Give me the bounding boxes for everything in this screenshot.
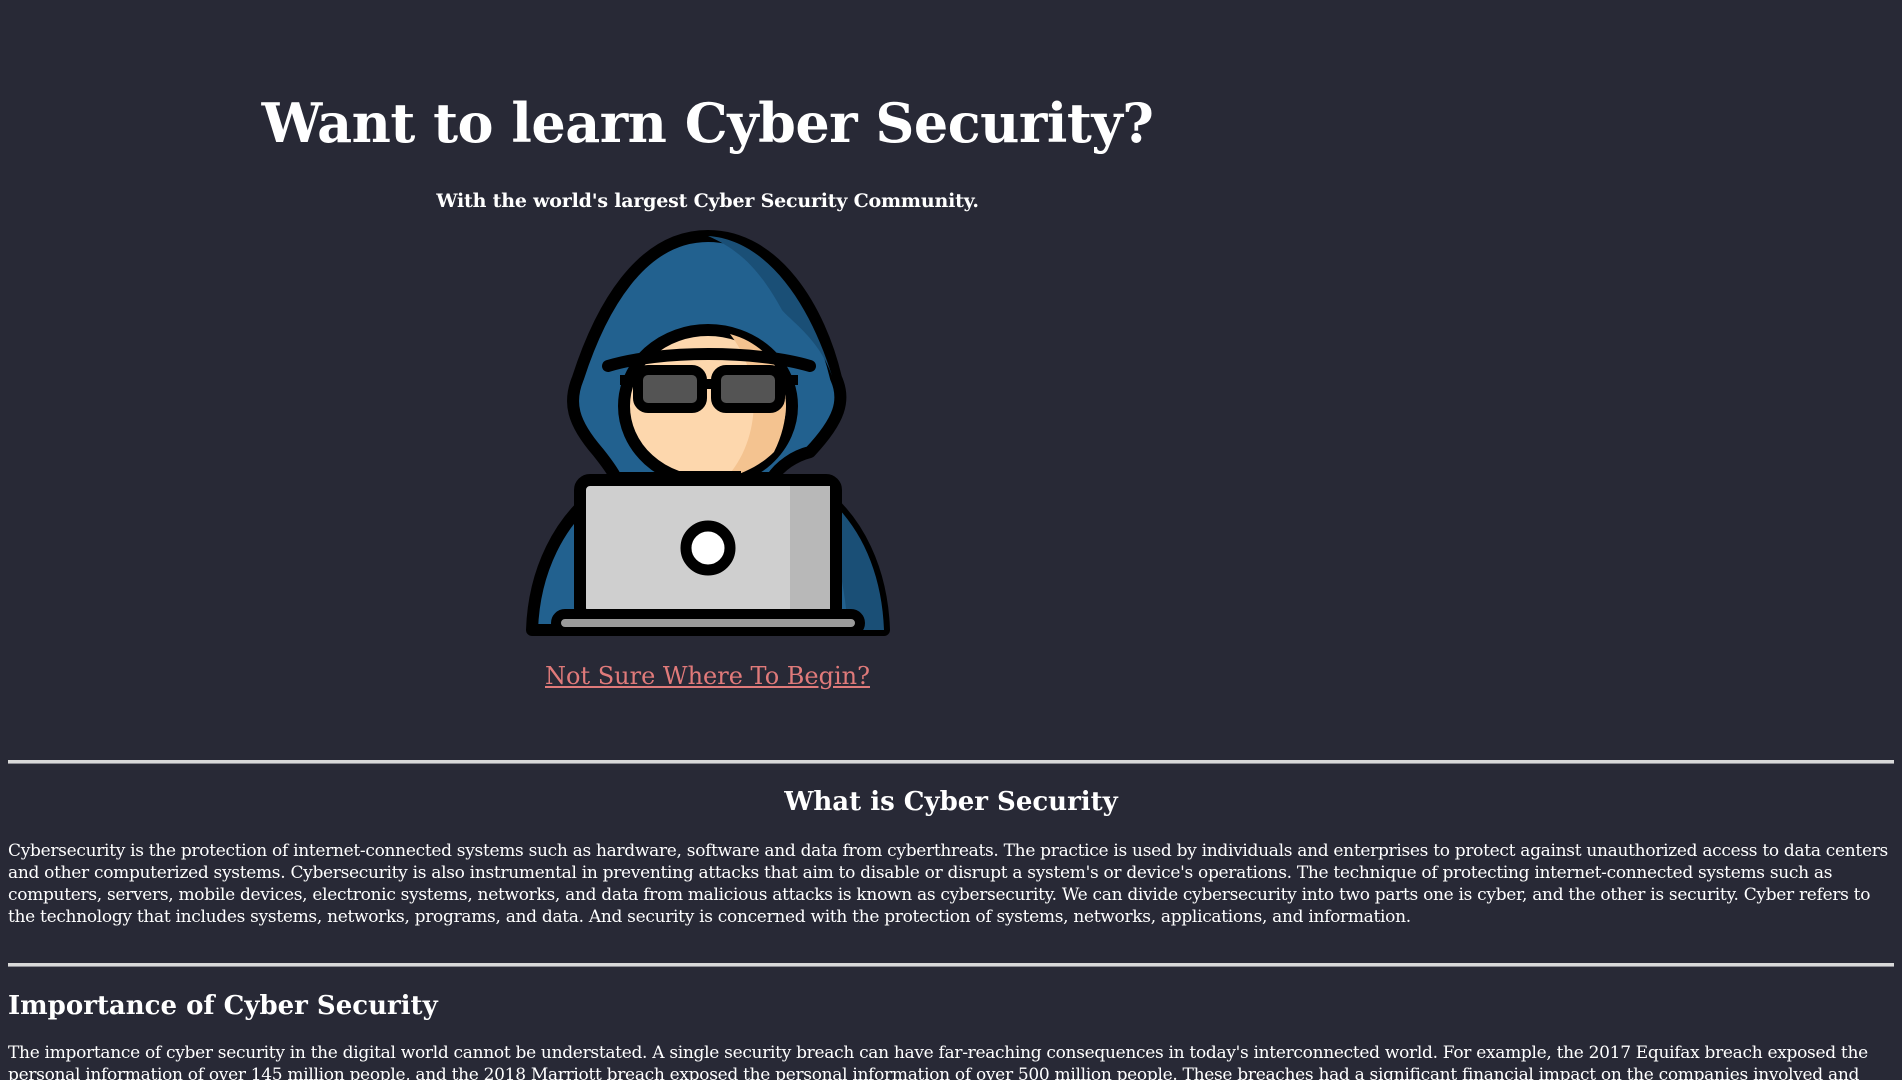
what-is-cyber-security-heading: What is Cyber Security <box>784 787 1118 817</box>
hooded-hacker-with-laptop-icon <box>526 230 890 636</box>
section-divider <box>8 963 1894 966</box>
page: Want to learn Cyber Security? With the w… <box>0 0 1902 1080</box>
not-sure-where-to-begin-link[interactable]: Not Sure Where To Begin? <box>0 658 1415 694</box>
hero-title: Want to learn Cyber Security? <box>261 91 1154 155</box>
importance-of-cyber-security-body: The importance of cyber security in the … <box>8 1043 1868 1080</box>
importance-of-cyber-security-heading: Importance of Cyber Security <box>8 991 438 1021</box>
section-divider <box>8 760 1894 763</box>
hero-subtitle: With the world's largest Cyber Security … <box>436 190 979 212</box>
what-is-cyber-security-body: Cybersecurity is the protection of inter… <box>8 841 1888 927</box>
